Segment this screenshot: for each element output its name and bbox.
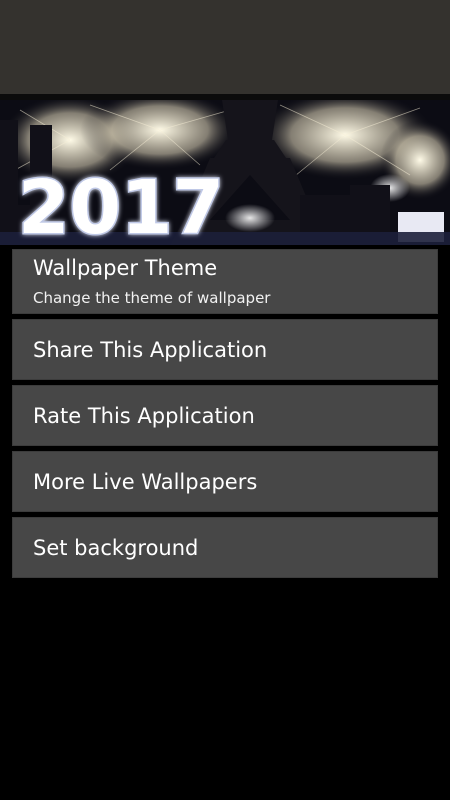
- set-background-label: Set background: [33, 536, 199, 560]
- share-app-item[interactable]: Share This Application: [12, 319, 438, 380]
- settings-menu: Wallpaper Theme Change the theme of wall…: [12, 249, 438, 583]
- wallpaper-theme-item[interactable]: Wallpaper Theme Change the theme of wall…: [12, 249, 438, 314]
- year-2017-text: 2017: [18, 165, 224, 245]
- header-banner-image: 2017: [0, 100, 450, 245]
- wallpaper-theme-title: Wallpaper Theme: [33, 256, 218, 280]
- tower-arch-light: [225, 204, 275, 232]
- more-wallpapers-label: More Live Wallpapers: [33, 470, 258, 494]
- set-background-item[interactable]: Set background: [12, 517, 438, 578]
- wallpaper-theme-summary: Change the theme of wallpaper: [33, 289, 271, 307]
- share-app-label: Share This Application: [33, 338, 268, 362]
- top-bar: [0, 0, 450, 94]
- more-wallpapers-item[interactable]: More Live Wallpapers: [12, 451, 438, 512]
- rate-app-label: Rate This Application: [33, 404, 255, 428]
- rate-app-item[interactable]: Rate This Application: [12, 385, 438, 446]
